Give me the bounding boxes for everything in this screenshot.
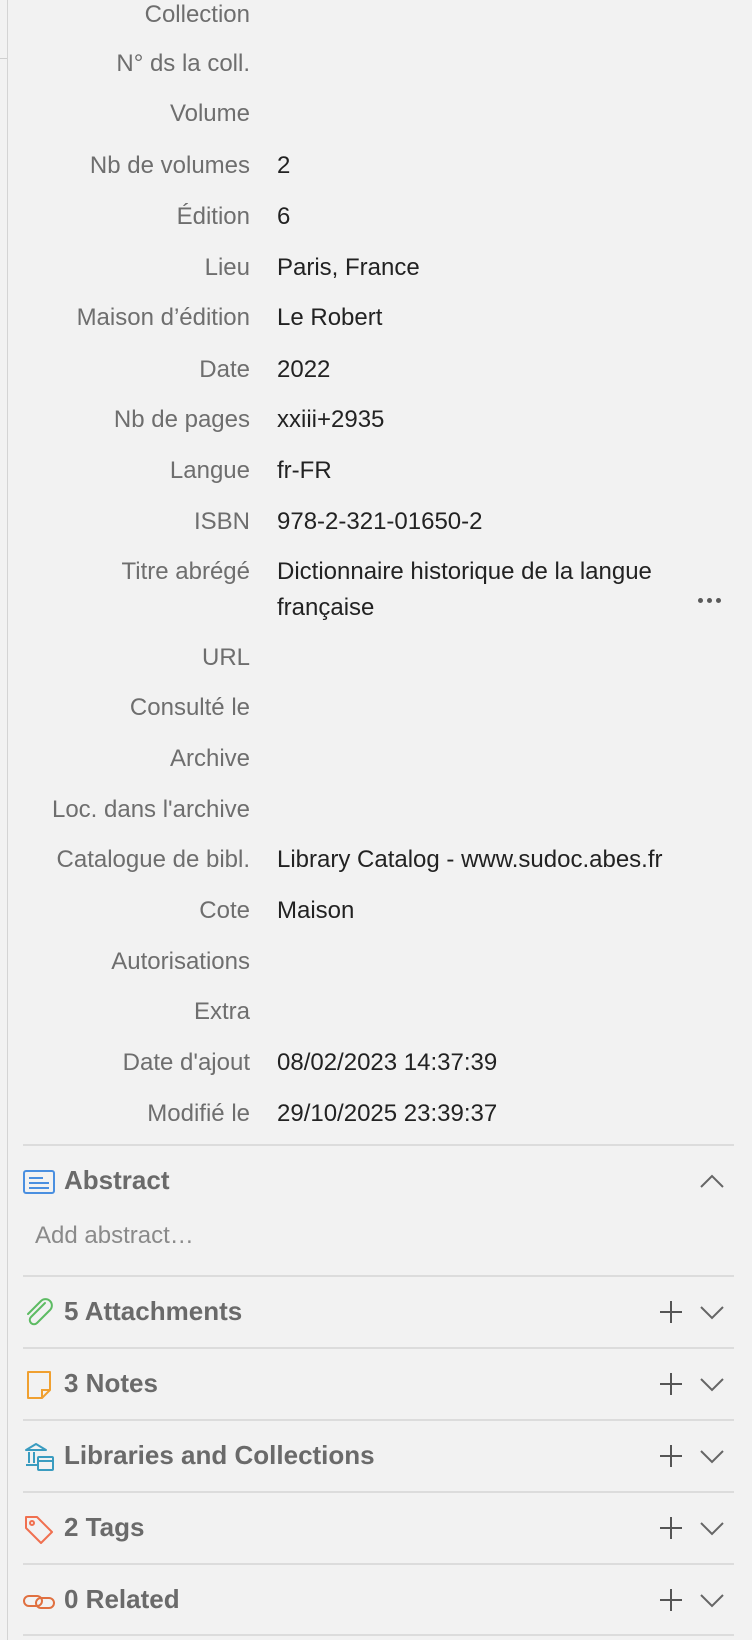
field-value[interactable]: Maison: [277, 893, 697, 929]
field-label: Édition: [176, 203, 250, 230]
chevron-down-icon[interactable]: [698, 1443, 726, 1469]
field-label: Date d'ajout: [122, 1049, 250, 1076]
chevron-down-icon[interactable]: [698, 1587, 726, 1613]
field-label: N° ds la coll.: [116, 50, 250, 77]
section-divider: [23, 1634, 734, 1636]
section-divider: [23, 1563, 734, 1565]
add-note-icon[interactable]: [658, 1371, 684, 1397]
section-title: 5 Attachments: [64, 1296, 243, 1326]
field-label: URL: [201, 644, 250, 671]
field-value[interactable]: 2022: [277, 352, 697, 388]
field-value[interactable]: 08/02/2023 14:37:39: [277, 1045, 697, 1081]
add-attachment-icon[interactable]: [658, 1299, 684, 1325]
section-title: 0 Related: [64, 1584, 180, 1614]
field-label: Autorisations: [111, 948, 250, 975]
field-label: Collection: [144, 1, 250, 28]
more-options-icon[interactable]: [698, 578, 728, 603]
section-title: 2 Tags: [64, 1512, 145, 1542]
field-label: Titre abrégé: [121, 558, 250, 585]
field-label: Catalogue de bibl.: [56, 846, 250, 873]
section-libraries-header[interactable]: Libraries and Collections: [23, 1435, 734, 1475]
field-label: Maison d’édition: [76, 304, 250, 331]
abstract-icon: [23, 1170, 55, 1194]
field-value[interactable]: Le Robert: [277, 300, 697, 336]
field-label: Volume: [169, 100, 250, 127]
field-value[interactable]: 29/10/2025 23:39:37: [277, 1096, 697, 1132]
field-label: Consulté le: [129, 694, 250, 721]
field-label: Date: [199, 356, 250, 383]
field-label: Lieu: [204, 254, 250, 281]
pane-divider-tick: [0, 58, 7, 59]
section-title: 3 Notes: [64, 1368, 158, 1398]
field-value[interactable]: fr-FR: [277, 453, 697, 489]
tag-icon: [25, 1516, 53, 1544]
field-value[interactable]: 978-2-321-01650-2: [277, 504, 697, 540]
chevron-down-icon[interactable]: [698, 1515, 726, 1541]
section-divider: [23, 1491, 734, 1493]
section-related-header[interactable]: 0 Related: [23, 1579, 734, 1619]
field-value[interactable]: Paris, France: [277, 250, 697, 286]
chevron-down-icon[interactable]: [698, 1299, 726, 1325]
field-value[interactable]: 2: [277, 148, 697, 184]
field-value[interactable]: xxiii+2935: [277, 402, 697, 438]
section-divider: [23, 1144, 734, 1146]
related-link-icon: [23, 1595, 55, 1609]
section-divider: [23, 1275, 734, 1277]
add-collection-icon[interactable]: [658, 1443, 684, 1469]
field-label: Nb de volumes: [89, 152, 250, 179]
add-related-icon[interactable]: [658, 1587, 684, 1613]
field-value[interactable]: Library Catalog - www.sudoc.abes.fr: [277, 842, 697, 878]
chevron-up-icon[interactable]: [698, 1168, 726, 1194]
section-divider: [23, 1347, 734, 1349]
note-icon: [27, 1371, 51, 1399]
section-notes-header[interactable]: 3 Notes: [23, 1363, 734, 1403]
field-label: Cote: [199, 897, 250, 924]
field-row-short-title: Titre abrégé Dictionnaire historique de …: [0, 554, 752, 626]
library-icon: [25, 1443, 54, 1471]
field-label: Archive: [169, 745, 250, 772]
section-title: Libraries and Collections: [64, 1440, 375, 1470]
section-title: Abstract: [64, 1165, 170, 1195]
section-abstract-header[interactable]: Abstract: [23, 1160, 734, 1200]
section-attachments-header[interactable]: 5 Attachments: [23, 1291, 734, 1331]
field-label: Loc. dans l'archive: [51, 796, 250, 823]
field-label: Langue: [169, 457, 250, 484]
field-label: Nb de pages: [113, 406, 250, 433]
pane-left-border: [7, 0, 8, 1640]
field-value[interactable]: Dictionnaire historique de la langue fra…: [277, 554, 657, 626]
field-label: Modifié le: [147, 1100, 250, 1127]
paperclip-icon: [27, 1298, 53, 1326]
add-tag-icon[interactable]: [658, 1515, 684, 1541]
field-value[interactable]: 6: [277, 199, 697, 235]
field-label: ISBN: [193, 508, 250, 535]
field-label: Extra: [193, 998, 250, 1025]
chevron-down-icon[interactable]: [698, 1371, 726, 1397]
section-divider: [23, 1419, 734, 1421]
section-tags-header[interactable]: 2 Tags: [23, 1507, 734, 1547]
abstract-input[interactable]: Add abstract…: [35, 1218, 194, 1254]
